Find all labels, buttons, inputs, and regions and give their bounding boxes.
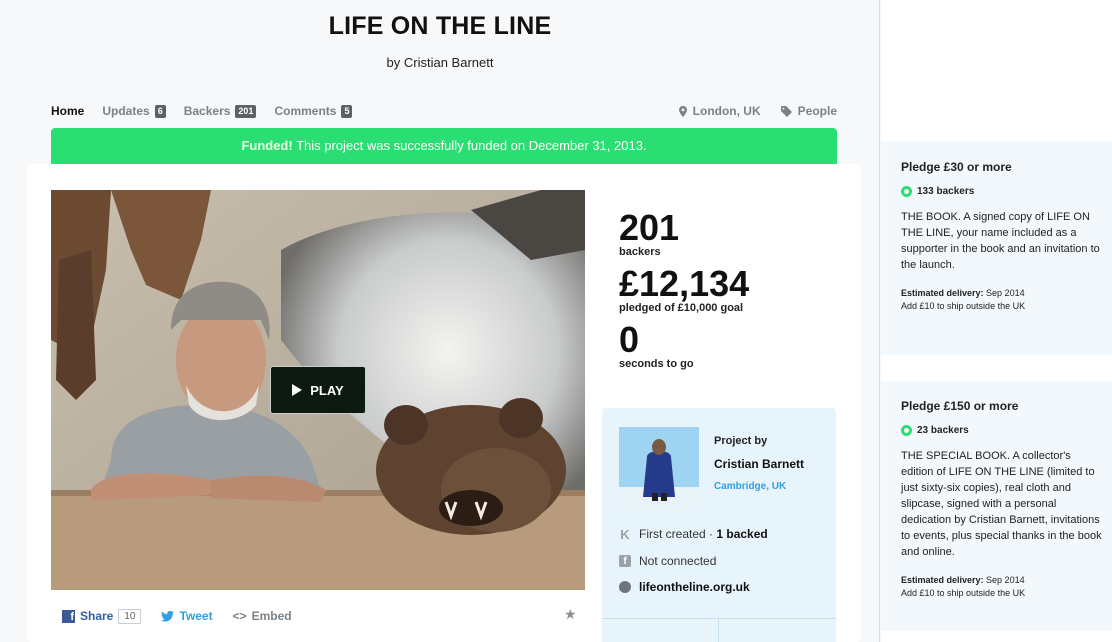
play-label: PLAY bbox=[310, 382, 344, 398]
embed-code-icon: <> bbox=[232, 609, 247, 623]
project-page: LIFE ON THE LINE by Cristian Barnett Hom… bbox=[0, 0, 1112, 642]
creator-facebook: f Not connected bbox=[619, 554, 716, 568]
location-link[interactable]: London, UK bbox=[678, 104, 761, 118]
embed-button[interactable]: <> Embed bbox=[233, 609, 292, 623]
time-remaining: 0 bbox=[619, 319, 640, 360]
project-title: LIFE ON THE LINE bbox=[328, 12, 552, 40]
facebook-icon: f bbox=[619, 555, 631, 567]
first-created-label: First created · bbox=[639, 527, 717, 541]
project-by-label: Project by bbox=[714, 435, 768, 447]
creator-history[interactable]: K First created · 1 backed bbox=[619, 526, 768, 542]
facebook-icon: f bbox=[62, 609, 75, 623]
creator-avatar[interactable] bbox=[619, 427, 699, 509]
backers-dot-icon bbox=[901, 186, 912, 197]
creator-divider bbox=[602, 618, 836, 619]
reward-delivery: Estimated delivery: Sep 2014 bbox=[901, 574, 1112, 587]
tab-home-label: Home bbox=[51, 104, 85, 118]
funded-label: Funded! bbox=[241, 138, 293, 153]
comments-count-badge: 5 bbox=[341, 104, 353, 118]
tag-icon bbox=[780, 105, 792, 117]
twitter-bird-icon bbox=[161, 610, 175, 622]
reward-pledge-amount: Pledge £150 or more bbox=[901, 399, 1019, 413]
project-byline[interactable]: by Cristian Barnett bbox=[0, 55, 880, 70]
reward-shipping: Add £10 to ship outside the UK bbox=[901, 588, 1026, 598]
reward-shipping: Add £10 to ship outside the UK bbox=[901, 301, 1026, 311]
tab-comments-label: Comments bbox=[274, 104, 337, 118]
location-label: London, UK bbox=[692, 104, 761, 118]
backers-count-badge: 201 bbox=[235, 104, 257, 118]
delivery-date: Sep 2014 bbox=[983, 288, 1025, 298]
reward-backers: 23 backers bbox=[901, 425, 1112, 436]
play-button[interactable]: PLAY bbox=[270, 366, 366, 414]
backers-count: 201 bbox=[619, 207, 680, 248]
remind-me-star-icon[interactable]: ★ bbox=[564, 606, 577, 623]
reward-description: THE SPECIAL BOOK. A collector's edition … bbox=[901, 450, 1102, 558]
creator-website[interactable]: lifeontheline.org.uk bbox=[619, 580, 750, 594]
facebook-share-button[interactable]: f Share 10 bbox=[62, 608, 142, 624]
category-label: People bbox=[797, 104, 837, 118]
pledged-amount: £12,134 bbox=[619, 263, 750, 304]
embed-label: Embed bbox=[251, 609, 292, 623]
globe-icon bbox=[619, 581, 631, 593]
tab-backers-label: Backers bbox=[183, 104, 231, 118]
main-column: LIFE ON THE LINE by Cristian Barnett Hom… bbox=[0, 0, 880, 642]
tab-updates[interactable]: Updates 6 bbox=[102, 104, 166, 118]
reward-backers-count: 23 backers bbox=[917, 425, 969, 436]
reward-pledge-amount: Pledge £30 or more bbox=[901, 160, 1012, 174]
creator-photo bbox=[619, 427, 699, 509]
play-icon bbox=[292, 384, 303, 396]
delivery-label: Estimated delivery: bbox=[901, 288, 984, 298]
creator-box: Project by Cristian Barnett Cambridge, U… bbox=[602, 408, 836, 642]
reward-description: THE BOOK. A signed copy of LIFE ON THE L… bbox=[901, 211, 1100, 271]
pledged-label: pledged of £10,000 goal bbox=[619, 302, 744, 314]
creator-name[interactable]: Cristian Barnett bbox=[714, 457, 804, 471]
facebook-status: Not connected bbox=[639, 554, 717, 568]
backers-dot-icon bbox=[901, 425, 912, 436]
tab-comments[interactable]: Comments 5 bbox=[274, 104, 353, 118]
category-link[interactable]: People bbox=[780, 104, 837, 118]
kickstarter-k-icon: K bbox=[620, 526, 630, 542]
funded-banner: Funded! This project was successfully fu… bbox=[51, 128, 837, 164]
reward-tier[interactable]: Pledge £30 or more 133 backers THE BOOK.… bbox=[881, 141, 1112, 355]
backed-count: 1 backed bbox=[716, 527, 768, 541]
tab-home[interactable]: Home bbox=[51, 104, 84, 118]
tab-updates-label: Updates bbox=[102, 104, 150, 118]
share-bar: f Share 10 Tweet <> Embed bbox=[62, 607, 578, 625]
tweet-label: Tweet bbox=[179, 609, 213, 623]
tab-backers[interactable]: Backers 201 bbox=[184, 104, 257, 118]
map-pin-icon bbox=[678, 105, 687, 117]
updates-count-badge: 6 bbox=[154, 104, 166, 118]
facebook-share-label: Share bbox=[80, 609, 114, 623]
funding-stats: 201 backers £12,134 pledged of £10,000 g… bbox=[619, 207, 839, 371]
reward-backers: 133 backers bbox=[901, 186, 1112, 197]
facebook-share-count: 10 bbox=[118, 608, 142, 624]
website-link: lifeontheline.org.uk bbox=[639, 580, 750, 594]
reward-delivery: Estimated delivery: Sep 2014 bbox=[901, 287, 1112, 300]
reward-tier[interactable]: Pledge £150 or more 23 backers THE SPECI… bbox=[881, 381, 1112, 631]
delivery-date: Sep 2014 bbox=[983, 575, 1025, 585]
time-remaining-label: seconds to go bbox=[619, 358, 694, 370]
creator-vertical-divider bbox=[718, 618, 719, 642]
funded-text: This project was successfully funded on … bbox=[292, 138, 647, 153]
project-nav: Home Updates 6 Backers 201 Comments 5 Londo… bbox=[51, 104, 837, 122]
reward-backers-count: 133 backers bbox=[917, 186, 975, 197]
tweet-button[interactable]: Tweet bbox=[161, 609, 213, 623]
delivery-label: Estimated delivery: bbox=[901, 575, 984, 585]
creator-location[interactable]: Cambridge, UK bbox=[714, 481, 786, 492]
backers-label: backers bbox=[619, 246, 661, 258]
